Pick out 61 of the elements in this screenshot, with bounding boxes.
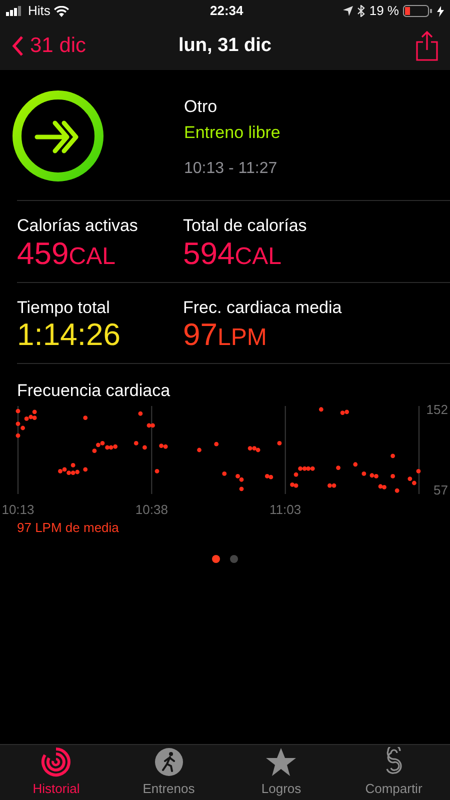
- tab-button[interactable]: Entrenos: [112, 745, 225, 800]
- x-tick-label: 10:13: [2, 502, 34, 516]
- y-tick-label: 57: [434, 482, 448, 497]
- data-point: [16, 432, 20, 438]
- x-tick-label: 11:03: [270, 502, 302, 516]
- data-point: [83, 415, 88, 420]
- data-point: [416, 468, 421, 473]
- bluetooth-icon: [357, 5, 366, 17]
- rings-icon: [41, 746, 72, 777]
- data-point: [390, 474, 395, 478]
- data-point: [138, 410, 143, 416]
- data-point: [277, 440, 282, 445]
- data-point: [134, 440, 138, 445]
- status-time: 22:34: [210, 2, 244, 20]
- data-point: [390, 453, 395, 458]
- page-title: lun, 31 dic: [178, 34, 272, 58]
- data-point: [154, 468, 160, 473]
- battery-percent: 19 %: [369, 2, 399, 20]
- metric-value: 1:14:26: [17, 320, 120, 350]
- data-point: [142, 444, 147, 450]
- metric-value: 594CAL: [183, 238, 282, 272]
- tab-button[interactable]: Compartir: [338, 745, 450, 800]
- metric-value: 97LPM: [183, 320, 267, 353]
- signal-icon: [6, 6, 24, 16]
- metric-label: Calorías activas: [17, 215, 138, 237]
- workout-name: Entreno libre: [184, 122, 280, 144]
- data-point: [353, 462, 358, 466]
- average-label: 97 LPM de media: [17, 518, 119, 536]
- data-point: [222, 471, 227, 476]
- battery-icon: [403, 5, 433, 17]
- metric-value: 459CAL: [17, 238, 116, 272]
- chart-title: Frecuencia cardiaca: [17, 380, 172, 402]
- x-tick-label: 10:38: [135, 502, 168, 516]
- metric-label: Total de calorías: [183, 215, 307, 237]
- share-icon[interactable]: [416, 31, 438, 61]
- data-point: [16, 408, 20, 413]
- metric-label: Tiempo total: [17, 296, 110, 318]
- data-point: [83, 466, 88, 472]
- tab-button[interactable]: Logros: [225, 745, 338, 800]
- metric-label: Frec. cardiaca media: [183, 296, 342, 318]
- data-point: [197, 447, 202, 452]
- back-link[interactable]: 31 dic: [12, 30, 86, 62]
- data-point: [394, 488, 400, 492]
- charging-icon: [437, 6, 444, 16]
- wifi-icon: [54, 6, 70, 16]
- workout-time-range: 10:13 - 11:27: [184, 159, 278, 179]
- tab-button[interactable]: Historial: [0, 745, 112, 800]
- workout-type: Otro: [184, 96, 218, 118]
- data-point: [336, 465, 340, 470]
- star-icon: [265, 746, 298, 777]
- location-icon: [343, 6, 354, 16]
- data-point: [214, 441, 219, 446]
- back-chevron-icon: [12, 36, 24, 56]
- runner-icon: [154, 746, 184, 777]
- data-point: [70, 462, 76, 467]
- data-point: [318, 406, 324, 412]
- workout-ring-icon: [12, 90, 104, 182]
- data-point: [239, 486, 244, 491]
- carrier-name: Hits: [28, 2, 50, 20]
- data-point: [362, 471, 366, 476]
- y-tick-label: 152: [426, 401, 448, 416]
